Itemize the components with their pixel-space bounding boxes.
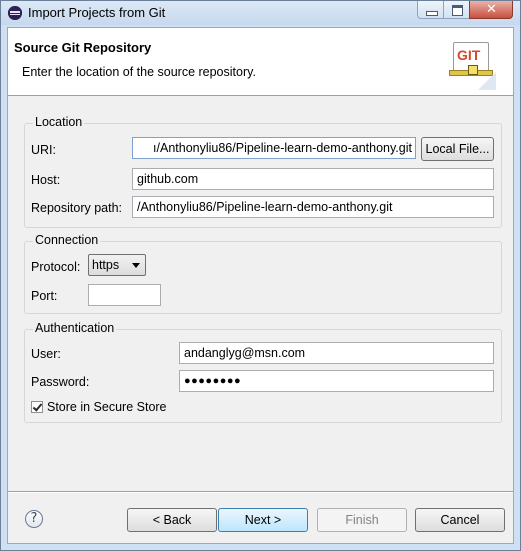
- banner-corner-decoration: [478, 72, 496, 90]
- user-label: User:: [31, 347, 61, 361]
- close-button[interactable]: ✕: [469, 1, 513, 19]
- repository-path-label: Repository path:: [31, 201, 123, 215]
- uri-input[interactable]: ı/Anthonyliu86/Pipeline-learn-demo-antho…: [132, 137, 416, 159]
- password-input[interactable]: ●●●●●●●●: [179, 370, 494, 392]
- store-secure-checkbox[interactable]: [31, 401, 43, 413]
- repository-path-input[interactable]: /Anthonyliu86/Pipeline-learn-demo-anthon…: [132, 196, 494, 218]
- window-title: Import Projects from Git: [28, 5, 166, 20]
- local-file-button[interactable]: Local File...: [421, 137, 494, 161]
- minimize-icon: [426, 11, 438, 16]
- maximize-icon: [452, 5, 463, 16]
- cancel-button[interactable]: Cancel: [415, 508, 505, 532]
- page-title: Source Git Repository: [14, 40, 152, 55]
- page-description: Enter the location of the source reposit…: [22, 65, 256, 79]
- uri-label: URI:: [31, 143, 56, 157]
- eclipse-app-icon: [8, 6, 22, 20]
- location-group-title: Location: [33, 115, 85, 129]
- title-bar[interactable]: Import Projects from Git ✕: [1, 1, 520, 25]
- minimize-button[interactable]: [417, 1, 444, 19]
- import-git-dialog: Import Projects from Git ✕ Source Git Re…: [0, 0, 521, 551]
- port-input[interactable]: [88, 284, 161, 306]
- finish-button[interactable]: Finish: [317, 508, 407, 532]
- protocol-select[interactable]: https: [88, 254, 146, 276]
- dialog-content: Source Git Repository Enter the location…: [7, 27, 514, 544]
- connection-group-title: Connection: [33, 233, 101, 247]
- store-secure-label[interactable]: Store in Secure Store: [47, 400, 167, 414]
- protocol-label: Protocol:: [31, 260, 81, 274]
- chevron-down-icon: [132, 263, 140, 268]
- help-icon[interactable]: ?: [25, 510, 43, 528]
- close-icon: ✕: [486, 2, 497, 17]
- port-label: Port:: [31, 289, 58, 303]
- next-button[interactable]: Next >: [218, 508, 308, 532]
- protocol-value: https: [92, 258, 120, 272]
- back-button[interactable]: < Back: [127, 508, 217, 532]
- maximize-button[interactable]: [443, 1, 470, 19]
- authentication-group-title: Authentication: [33, 321, 117, 335]
- host-input[interactable]: github.com: [132, 168, 494, 190]
- password-label: Password:: [31, 375, 90, 389]
- user-input[interactable]: andanglyg@msn.com: [179, 342, 494, 364]
- host-label: Host:: [31, 173, 61, 187]
- wizard-banner: Source Git Repository Enter the location…: [8, 28, 513, 96]
